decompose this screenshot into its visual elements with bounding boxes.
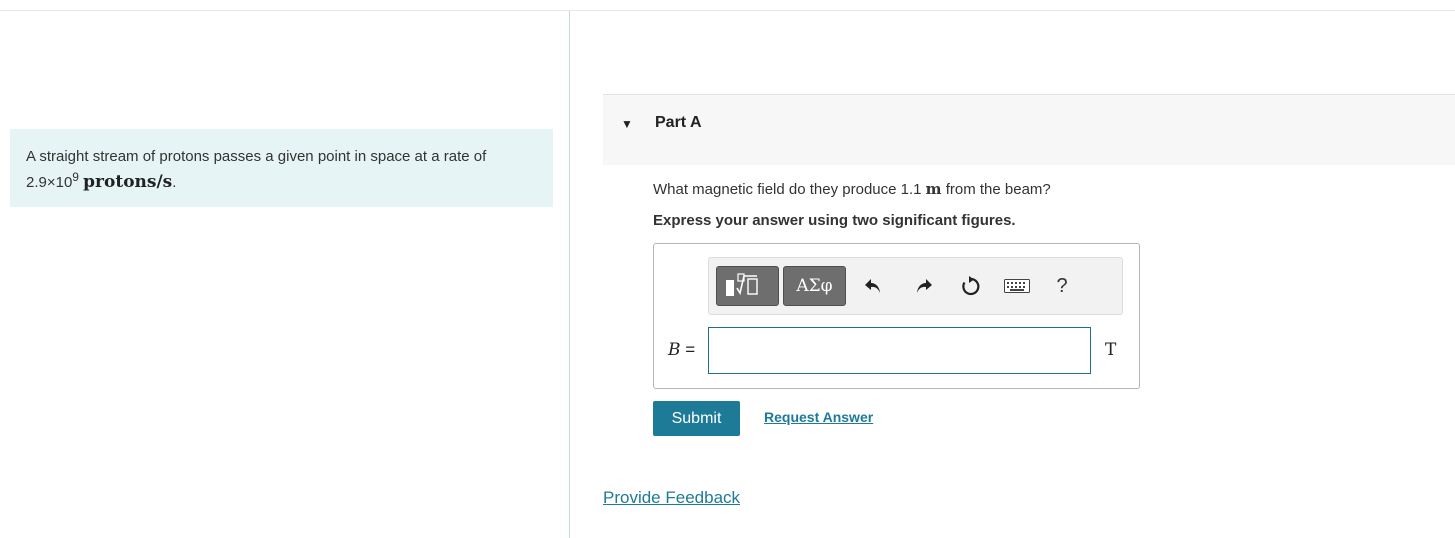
collapse-caret-icon[interactable]: ▼ [621,117,633,131]
help-label: ? [1056,274,1068,297]
equals-sign: = [680,340,696,359]
answer-variable: B [668,340,681,360]
answer-input[interactable] [708,327,1091,374]
keyboard-icon[interactable] [1001,272,1033,300]
question-prefix: What magnetic field do they produce 1.1 [653,181,926,198]
redo-icon[interactable] [909,272,937,300]
templates-sqrt-icon [725,273,758,296]
intro-text: A straight stream of protons passes a gi… [26,148,487,165]
provide-feedback-link[interactable]: Provide Feedback [603,488,740,508]
part-a-header[interactable]: ▼ Part A [603,94,1455,165]
request-answer-link[interactable]: Request Answer [764,409,873,425]
rate-units: protons/s [83,172,173,192]
help-button[interactable]: ? [1048,272,1076,300]
rate-value: 2.9×109 [26,170,79,191]
reset-icon[interactable] [957,272,985,300]
answer-unit: T [1105,340,1117,360]
undo-icon[interactable] [860,272,888,300]
answer-variable-label: B = [668,340,695,360]
math-toolbar: ΑΣφ ? [708,257,1123,315]
rate-mantissa: 2.9×10 [26,174,73,191]
rate-exponent: 9 [72,170,79,184]
submit-button[interactable]: Submit [653,401,740,436]
question-unit: m [925,180,942,198]
answer-instruction: Express your answer using two significan… [653,212,1016,229]
column-divider [569,11,570,538]
question-text: What magnetic field do they produce 1.1 … [653,180,1051,198]
answer-panel: ΑΣφ ? B = T [653,243,1140,389]
greek-symbols-button[interactable]: ΑΣφ [783,266,846,306]
greek-symbols-label: ΑΣφ [796,276,833,296]
problem-intro: A straight stream of protons passes a gi… [10,129,553,207]
top-divider [0,10,1455,11]
question-suffix: from the beam? [941,181,1051,198]
templates-button[interactable] [716,266,779,306]
part-title: Part A [655,114,702,131]
rate-period: . [172,174,177,191]
